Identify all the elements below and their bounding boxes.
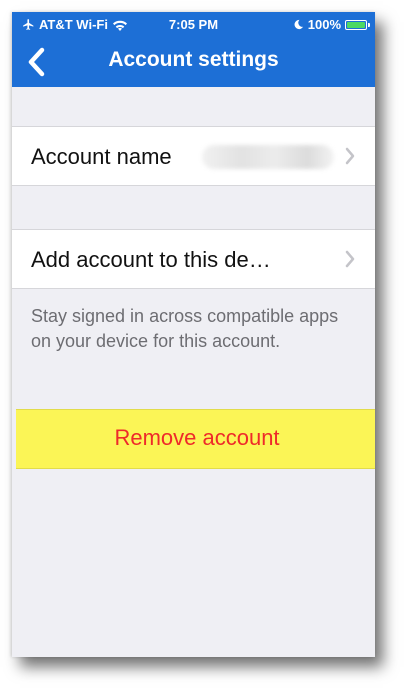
account-name-label: Account name [31, 144, 172, 169]
battery-icon [345, 19, 370, 30]
battery-fill [347, 21, 365, 28]
add-account-row[interactable]: Add account to this de… [12, 229, 375, 289]
add-account-label: Add account to this de… [31, 247, 271, 272]
battery-percent: 100% [307, 17, 341, 32]
remove-account-label: Remove account [114, 425, 280, 450]
chevron-right-icon [345, 147, 355, 165]
remove-account-button[interactable]: Remove account [16, 409, 375, 469]
status-right: 100% [293, 17, 370, 32]
top-bar: AT&T Wi-Fi 7:05 PM 100% Account settings [12, 12, 375, 87]
account-name-row[interactable]: Account name [12, 126, 375, 186]
status-bar: AT&T Wi-Fi 7:05 PM 100% [12, 12, 375, 38]
moon-icon [294, 19, 303, 30]
page-title: Account settings [108, 48, 279, 71]
account-name-value-redacted [202, 145, 334, 169]
chevron-right-icon [345, 250, 355, 268]
navigation-bar: Account settings [12, 38, 375, 87]
phone-screen: AT&T Wi-Fi 7:05 PM 100% Account settings… [12, 12, 375, 657]
add-account-footnote: Stay signed in across compatible apps on… [31, 306, 339, 351]
